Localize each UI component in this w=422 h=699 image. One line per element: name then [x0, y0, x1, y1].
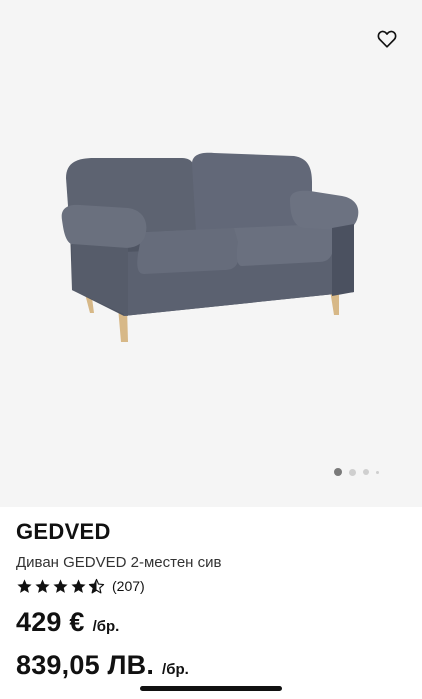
pagination-dot-4[interactable]	[376, 470, 379, 474]
favorite-button[interactable]	[376, 28, 398, 50]
star-half-icon	[88, 578, 105, 594]
price-eur: 429 € /бр.	[16, 607, 119, 638]
product-image-gallery[interactable]	[0, 0, 422, 507]
star-filled-icon	[53, 579, 68, 593]
pagination-dot-2[interactable]	[349, 468, 356, 476]
product-description: Диван GEDVED 2-местен сив	[16, 554, 222, 571]
star-filled-icon	[35, 579, 50, 593]
product-rating[interactable]: (207)	[16, 578, 145, 595]
pagination-dot-3[interactable]	[363, 469, 369, 475]
review-count[interactable]: (207)	[112, 578, 145, 594]
price-bgn-unit: /бр.	[162, 661, 189, 678]
star-filled-icon	[71, 579, 86, 593]
image-pagination	[334, 468, 379, 476]
pagination-dot-1[interactable]	[334, 468, 342, 476]
rating-stars	[16, 578, 105, 595]
price-bgn-value: 839,05 ЛВ.	[16, 650, 155, 680]
product-brand: GEDVED	[16, 519, 111, 544]
price-bgn: 839,05 ЛВ. /бр.	[16, 650, 189, 681]
price-eur-unit: /бр.	[92, 618, 120, 635]
product-image	[61, 152, 359, 342]
product-info: GEDVED Диван GEDVED 2-местен сив (207) 4…	[0, 507, 422, 699]
star-filled-icon	[17, 579, 32, 593]
heart-outline-icon	[377, 30, 397, 48]
price-eur-value: 429 €	[16, 607, 85, 637]
home-indicator[interactable]	[140, 686, 282, 691]
